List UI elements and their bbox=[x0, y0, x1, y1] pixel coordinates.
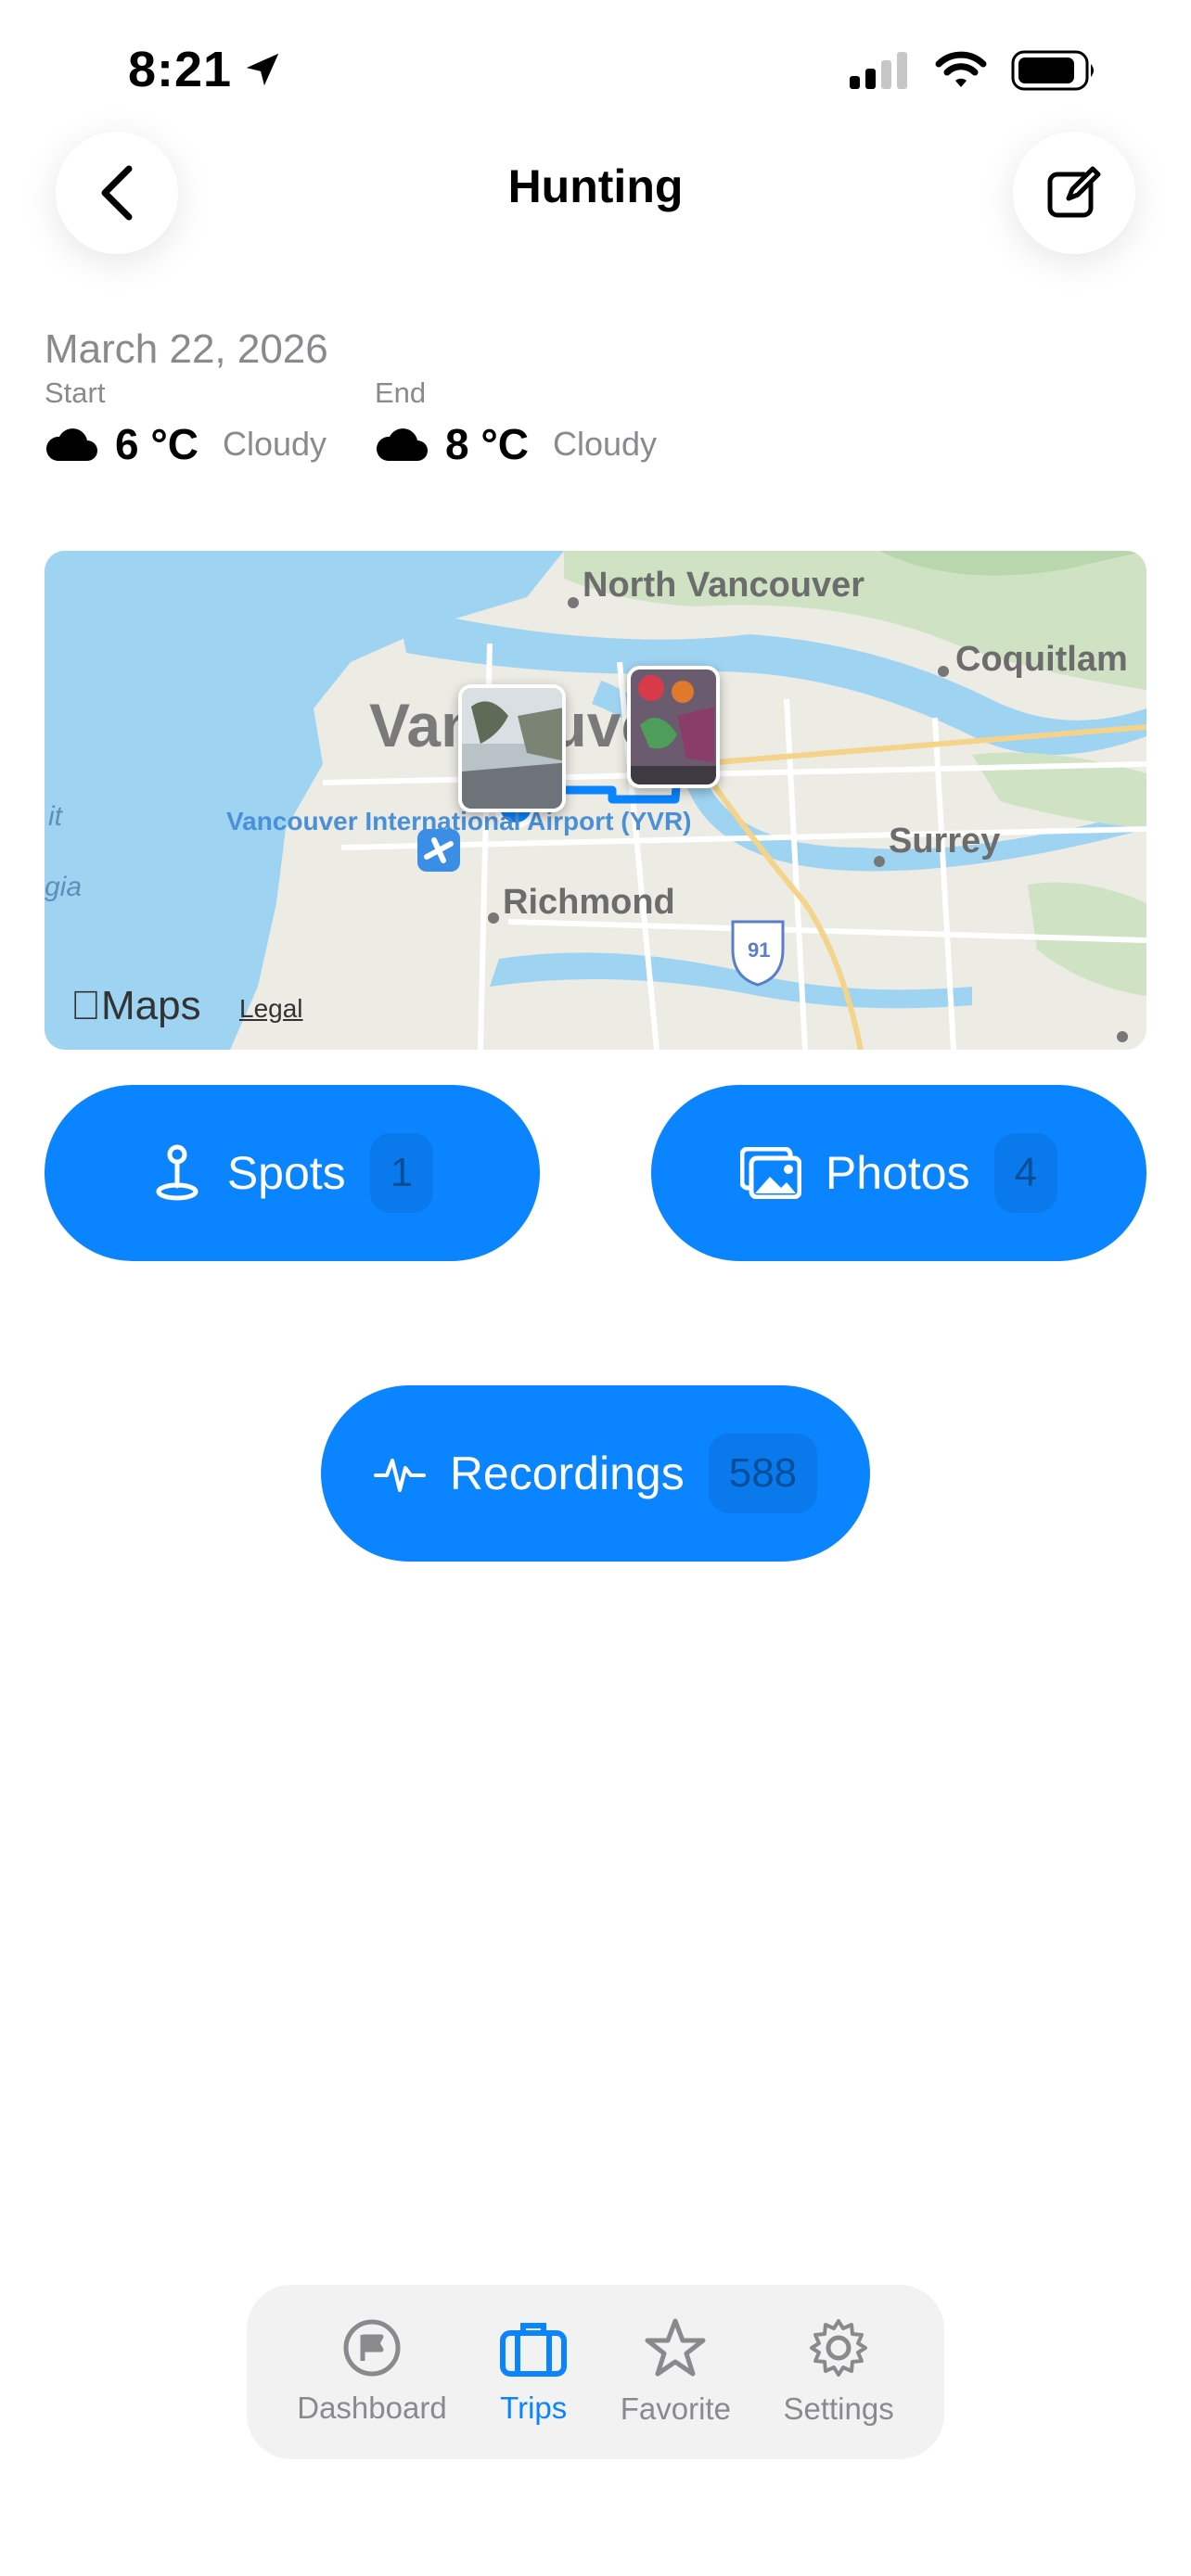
market-photo bbox=[631, 670, 716, 784]
map-label-route-91: 91 bbox=[748, 938, 771, 962]
compose-icon bbox=[1047, 166, 1101, 218]
start-weather: 6 °C Cloudy bbox=[45, 419, 327, 469]
tab-trips-label: Trips bbox=[500, 2391, 568, 2425]
location-arrow-icon bbox=[246, 53, 279, 86]
map-pin-icon bbox=[156, 1144, 198, 1201]
flag-icon bbox=[343, 2319, 401, 2377]
map-label-north-vancouver: North Vancouver bbox=[583, 566, 865, 605]
start-temperature: 6 °C bbox=[115, 420, 198, 468]
end-label: End bbox=[375, 376, 427, 409]
map-label-richmond: Richmond bbox=[503, 883, 675, 922]
tab-favorite[interactable]: Favorite bbox=[621, 2317, 731, 2427]
status-time-text: 8:21 bbox=[128, 42, 233, 97]
photo-thumbnail-1[interactable] bbox=[458, 684, 566, 812]
tab-bar: Dashboard Trips Favorite Settings bbox=[247, 2285, 944, 2459]
end-temperature: 8 °C bbox=[445, 420, 529, 468]
map-label-ocean-2: gia bbox=[45, 872, 83, 902]
tab-favorite-label: Favorite bbox=[620, 2391, 731, 2426]
spots-label: Spots bbox=[226, 1147, 346, 1199]
wifi-icon bbox=[935, 51, 987, 87]
cellular-signal-icon bbox=[850, 52, 907, 89]
map-label-coquitlam: Coquitlam bbox=[955, 640, 1128, 679]
battery-icon bbox=[1011, 50, 1094, 91]
cloud-icon bbox=[376, 428, 428, 461]
edit-button[interactable] bbox=[1013, 132, 1135, 254]
street-photo bbox=[462, 688, 562, 809]
maps-brand-text: Maps bbox=[70, 983, 201, 1028]
end-weather: 8 °C Cloudy bbox=[375, 419, 657, 469]
trip-map[interactable]: North Vancouver Coquitlam Vancouver Vanc… bbox=[45, 551, 1146, 1050]
spots-count: 1 bbox=[369, 1133, 434, 1213]
tab-dashboard[interactable]: Dashboard bbox=[297, 2318, 447, 2426]
recordings-label: Recordings bbox=[449, 1447, 685, 1499]
map-label-airport: Vancouver International Airport (YVR) bbox=[226, 807, 691, 836]
trip-date: March 22, 2026 bbox=[45, 326, 328, 372]
tab-dashboard-label: Dashboard bbox=[297, 2391, 447, 2425]
end-condition: Cloudy bbox=[552, 425, 658, 463]
photos-icon bbox=[739, 1147, 801, 1199]
star-icon bbox=[645, 2318, 706, 2377]
photo-thumbnail-2[interactable] bbox=[627, 666, 720, 788]
recordings-button[interactable]: Recordings 588 bbox=[321, 1385, 870, 1562]
start-label: Start bbox=[45, 376, 106, 409]
photos-label: Photos bbox=[825, 1147, 970, 1199]
map-label-ocean-1: it bbox=[48, 801, 62, 832]
gear-icon bbox=[810, 2319, 868, 2377]
recordings-count: 588 bbox=[708, 1434, 818, 1513]
map-label-surrey: Surrey bbox=[889, 822, 1001, 861]
suitcase-icon bbox=[500, 2323, 568, 2377]
start-condition: Cloudy bbox=[222, 425, 327, 463]
tab-trips[interactable]: Trips bbox=[499, 2318, 568, 2426]
photos-button[interactable]: Photos 4 bbox=[651, 1085, 1146, 1261]
cloud-icon bbox=[45, 428, 97, 461]
map-background bbox=[45, 551, 1146, 1050]
status-time: 8:21 bbox=[128, 41, 284, 98]
waveform-icon bbox=[373, 1459, 426, 1492]
tab-settings-label: Settings bbox=[783, 2391, 894, 2426]
status-indicators bbox=[850, 50, 1098, 91]
tab-settings[interactable]: Settings bbox=[783, 2317, 894, 2427]
maps-brand: Maps bbox=[70, 983, 201, 1029]
legal-link[interactable]: Legal bbox=[239, 994, 303, 1024]
spots-button[interactable]: Spots 1 bbox=[45, 1085, 540, 1261]
apple-logo-icon:  bbox=[70, 983, 101, 1028]
photos-count: 4 bbox=[993, 1133, 1058, 1213]
